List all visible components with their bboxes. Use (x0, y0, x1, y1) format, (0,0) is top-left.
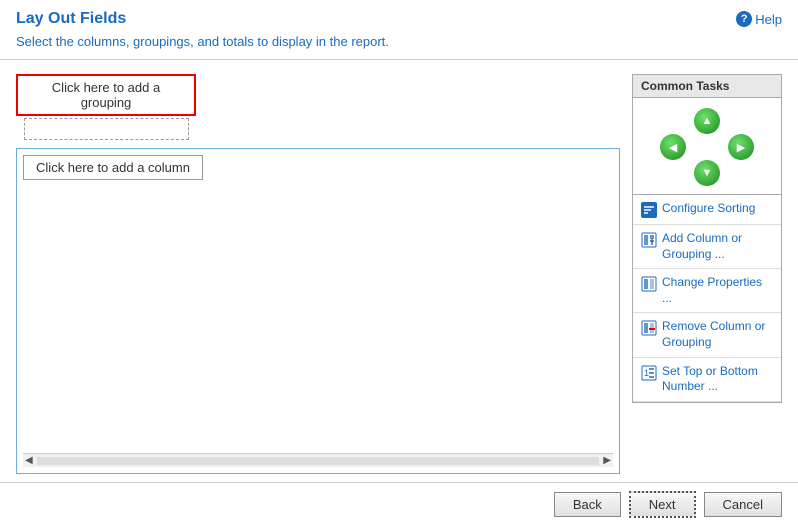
grouping-placeholder (24, 118, 189, 140)
configure-sorting-item[interactable]: Configure Sorting (633, 195, 781, 225)
set-top-bottom-label: Set Top or Bottom Number ... (662, 364, 773, 395)
change-properties-icon (641, 276, 657, 292)
page-container: Lay Out Fields ? Help Select the columns… (0, 0, 798, 526)
common-tasks-header: Common Tasks (633, 75, 781, 98)
configure-sorting-label: Configure Sorting (662, 201, 755, 217)
scroll-left-arrow[interactable]: ◀ (25, 455, 33, 466)
next-button[interactable]: Next (629, 491, 696, 518)
change-properties-item[interactable]: Change Properties ... (633, 269, 781, 313)
add-column-icon (641, 232, 657, 248)
topbottom-icon: 1 (641, 365, 657, 381)
add-column-grouping-label: Add Column or Grouping ... (662, 231, 773, 262)
subtitle-highlight: display (272, 34, 312, 49)
move-left-button[interactable] (660, 134, 686, 160)
move-right-button[interactable] (728, 134, 754, 160)
scroll-right-arrow[interactable]: ▶ (603, 455, 611, 466)
divider (0, 59, 798, 60)
column-area-wrapper: Click here to add a column ◀ ▶ (16, 148, 620, 474)
remove-column-icon (641, 320, 657, 336)
common-tasks-panel: Common Tasks (632, 74, 782, 403)
subtitle: Select the columns, groupings, and total… (0, 34, 798, 59)
grouping-area: Click here to add a grouping (16, 74, 620, 140)
top-arrow-row (694, 108, 720, 134)
column-area-inner: Click here to add a column (23, 155, 613, 449)
help-link[interactable]: ? Help (736, 11, 782, 27)
remove-column-grouping-item[interactable]: Remove Column or Grouping (633, 313, 781, 357)
cancel-button[interactable]: Cancel (704, 492, 782, 517)
page-title: Lay Out Fields (16, 10, 126, 28)
bottom-arrow-row (694, 160, 720, 186)
add-column-button[interactable]: Click here to add a column (23, 155, 203, 180)
main-content: Click here to add a grouping Click here … (0, 66, 798, 482)
subtitle-text-after: in the report. (312, 34, 389, 49)
sort-icon (641, 202, 657, 218)
svg-text:1: 1 (644, 368, 649, 378)
move-down-button[interactable] (694, 160, 720, 186)
navigation-arrows (633, 98, 781, 195)
back-button[interactable]: Back (554, 492, 621, 517)
change-properties-label: Change Properties ... (662, 275, 773, 306)
left-panel: Click here to add a grouping Click here … (16, 74, 620, 474)
subtitle-text-before: Select the columns, groupings, and total… (16, 34, 272, 49)
set-top-bottom-item[interactable]: 1 Set Top or Bottom Number ... (633, 358, 781, 402)
help-label: Help (755, 12, 782, 27)
footer: Back Next Cancel (0, 482, 798, 526)
move-up-button[interactable] (694, 108, 720, 134)
header: Lay Out Fields ? Help (0, 0, 798, 34)
add-grouping-button[interactable]: Click here to add a grouping (16, 74, 196, 116)
help-icon: ? (736, 11, 752, 27)
scroll-track[interactable] (37, 457, 600, 465)
remove-column-grouping-label: Remove Column or Grouping (662, 319, 773, 350)
add-column-grouping-item[interactable]: Add Column or Grouping ... (633, 225, 781, 269)
middle-arrow-row (660, 134, 754, 160)
horizontal-scrollbar[interactable]: ◀ ▶ (23, 453, 613, 467)
